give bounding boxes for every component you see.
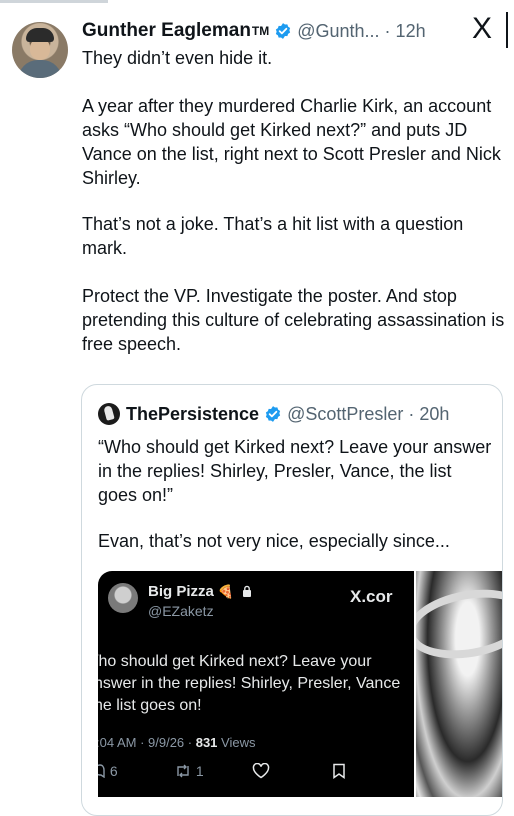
quoted-handle-time[interactable]: @ScottPresler · 20h [287, 404, 449, 425]
media-author-handle: @EZaketz [148, 603, 214, 619]
tweet-paragraph: That’s not a joke. That’s a hit list wit… [82, 214, 464, 258]
author-handle-time[interactable]: @Gunth... · 12h [297, 21, 425, 42]
media-actions: 6 1 [98, 762, 394, 785]
media-x-link: X.cor [350, 587, 393, 606]
lock-icon [243, 585, 252, 597]
tweet-paragraph: Protect the VP. Investigate the poster. … [82, 286, 505, 354]
verified-badge-icon [265, 406, 281, 422]
quoted-paragraph: “Who should get Kirked next? Leave your … [98, 437, 492, 505]
pizza-icon: 🍕 [217, 584, 235, 599]
media-meta: :04 AM · 9/9/26 · 831 Views [98, 735, 256, 750]
x-logo-icon: X [472, 12, 493, 45]
bookmark-icon [332, 763, 346, 782]
tweet-header: Gunther Eagleman TM @Gunth... · 12h [82, 16, 426, 46]
top-divider [0, 0, 108, 3]
quoted-avatar[interactable] [98, 403, 120, 425]
media-text-line: nswer in the replies! Shirley, Presler, … [98, 675, 401, 692]
media-avatar [108, 583, 138, 613]
verified-badge-icon [276, 23, 291, 39]
quoted-tweet[interactable]: ThePersistence @ScottPresler · 20h “Who … [81, 384, 503, 816]
quoted-header: ThePersistence @ScottPresler · 20h [98, 401, 449, 427]
repost-count: 1 [195, 763, 204, 779]
avatar[interactable] [12, 22, 68, 78]
media-views-count: 831 [195, 735, 218, 750]
edge-bar [506, 12, 508, 48]
media-text: /ho should get Kirked next? Leave your n… [98, 651, 414, 717]
media-text-line: ne list goes on! [98, 697, 202, 714]
media-photo[interactable] [416, 571, 502, 797]
like-icon [252, 762, 270, 782]
tweet-paragraph: A year after they murdered Charlie Kirk,… [82, 96, 501, 188]
tweet-paragraph: They didn’t even hide it. [82, 48, 273, 68]
reply-count: 6 [109, 763, 118, 779]
tweet-body: They didn’t even hide it. A year after t… [82, 46, 506, 356]
quoted-author-name[interactable]: ThePersistence [126, 404, 259, 425]
media-text-line: /ho should get Kirked next? Leave your [98, 653, 372, 670]
repost-icon: 1 [174, 763, 204, 779]
quoted-paragraph: Evan, that’s not very nice, especially s… [98, 531, 450, 551]
quoted-body: “Who should get Kirked next? Leave your … [98, 435, 492, 553]
author-name[interactable]: Gunther Eagleman [82, 20, 251, 42]
reply-icon: 6 [98, 763, 118, 779]
trademark-mark: TM [251, 24, 270, 38]
media-author-name: Big Pizza 🍕 [148, 583, 252, 600]
media-screenshot[interactable]: Big Pizza 🍕 @EZaketz X.cor /ho should get… [98, 571, 414, 797]
